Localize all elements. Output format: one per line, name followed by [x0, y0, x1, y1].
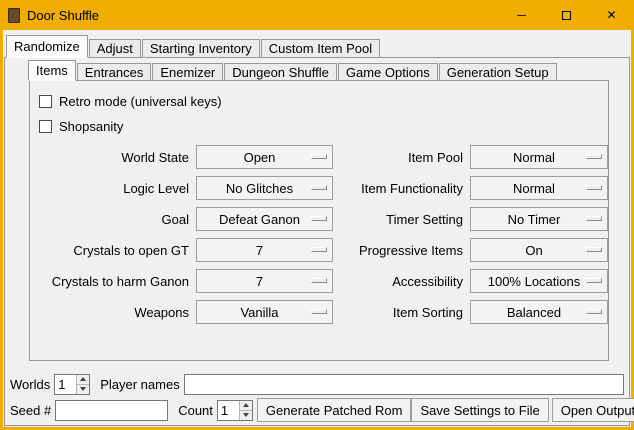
- tab-entrances[interactable]: Entrances: [77, 63, 152, 81]
- crystals-ganon-label: Crystals to harm Ganon: [39, 274, 191, 289]
- logic-level-dropdown[interactable]: No Glitches: [196, 176, 333, 200]
- progressive-items-dropdown[interactable]: On: [470, 238, 608, 262]
- tab-randomize[interactable]: Randomize: [6, 35, 88, 58]
- dropdown-indicator-icon: [586, 185, 602, 190]
- goal-dropdown[interactable]: Defeat Ganon: [196, 207, 333, 231]
- items-page: Retro mode (universal keys) Shopsanity W…: [29, 80, 609, 361]
- count-spinner[interactable]: 1: [217, 400, 253, 421]
- spin-up-icon: [243, 403, 249, 407]
- randomize-page: Items Entrances Enemizer Dungeon Shuffle…: [4, 57, 630, 426]
- spin-down-icon: [243, 413, 249, 417]
- accessibility-dropdown[interactable]: 100% Locations: [470, 269, 608, 293]
- titlebar[interactable]: Door Shuffle ─ ✕: [0, 0, 634, 30]
- count-label: Count: [178, 403, 213, 418]
- item-functionality-label: Item Functionality: [338, 181, 465, 196]
- tab-game-options[interactable]: Game Options: [338, 63, 438, 81]
- worlds-label: Worlds: [10, 377, 50, 392]
- dropdown-indicator-icon: [586, 309, 602, 314]
- options-grid: World State Open Item Pool Normal Logic …: [39, 145, 608, 324]
- dropdown-indicator-icon: [311, 247, 327, 252]
- tab-items[interactable]: Items: [28, 60, 76, 81]
- crystals-ganon-dropdown[interactable]: 7: [196, 269, 333, 293]
- crystals-gt-dropdown[interactable]: 7: [196, 238, 333, 262]
- minimize-button[interactable]: ─: [499, 0, 544, 30]
- close-button[interactable]: ✕: [589, 0, 634, 30]
- item-pool-dropdown[interactable]: Normal: [470, 145, 608, 169]
- timer-setting-dropdown[interactable]: No Timer: [470, 207, 608, 231]
- tab-custom-item-pool[interactable]: Custom Item Pool: [261, 39, 380, 58]
- worlds-spinner[interactable]: 1: [54, 374, 90, 395]
- logic-level-label: Logic Level: [39, 181, 191, 196]
- tab-adjust[interactable]: Adjust: [89, 39, 141, 58]
- window-content: Randomize Adjust Starting Inventory Cust…: [3, 30, 631, 427]
- dropdown-indicator-icon: [586, 247, 602, 252]
- world-state-label: World State: [39, 150, 191, 165]
- app-window: Door Shuffle ─ ✕ Randomize Adjust Starti…: [0, 0, 634, 430]
- dropdown-indicator-icon: [586, 154, 602, 159]
- save-settings-button[interactable]: Save Settings to File: [411, 398, 548, 422]
- window-title: Door Shuffle: [27, 8, 99, 23]
- dropdown-indicator-icon: [311, 309, 327, 314]
- app-icon: [8, 8, 20, 23]
- item-sorting-label: Item Sorting: [338, 305, 465, 320]
- timer-setting-label: Timer Setting: [338, 212, 465, 227]
- caption-buttons: ─ ✕: [499, 0, 634, 30]
- count-value[interactable]: 1: [218, 401, 239, 420]
- accessibility-label: Accessibility: [338, 274, 465, 289]
- spin-up-icon: [80, 377, 86, 381]
- goal-label: Goal: [39, 212, 191, 227]
- worlds-spin-buttons: [76, 375, 89, 394]
- progressive-items-label: Progressive Items: [338, 243, 465, 258]
- minimize-icon: ─: [517, 8, 526, 22]
- dropdown-indicator-icon: [311, 154, 327, 159]
- player-names-label: Player names: [100, 377, 179, 392]
- shopsanity-label: Shopsanity: [59, 119, 123, 134]
- spin-down-icon: [80, 387, 86, 391]
- retro-mode-label: Retro mode (universal keys): [59, 94, 222, 109]
- seed-row: Seed # Count 1 Generate Patched Rom Save…: [10, 398, 624, 422]
- weapons-label: Weapons: [39, 305, 191, 320]
- bottom-controls: Worlds 1 Player names Seed # Count: [10, 373, 624, 422]
- maximize-icon: [562, 11, 571, 20]
- inner-tab-strip: Items Entrances Enemizer Dungeon Shuffle…: [5, 58, 629, 81]
- open-output-directory-button[interactable]: Open Output Directory: [552, 398, 634, 422]
- maximize-button[interactable]: [544, 0, 589, 30]
- player-names-input[interactable]: [184, 374, 624, 395]
- count-spin-buttons: [239, 401, 252, 420]
- dropdown-indicator-icon: [311, 216, 327, 221]
- tab-enemizer[interactable]: Enemizer: [152, 63, 223, 81]
- item-functionality-dropdown[interactable]: Normal: [470, 176, 608, 200]
- worlds-row: Worlds 1 Player names: [10, 373, 624, 395]
- seed-input[interactable]: [55, 400, 168, 421]
- retro-mode-row: Retro mode (universal keys): [39, 89, 608, 114]
- dropdown-indicator-icon: [311, 278, 327, 283]
- tab-starting-inventory[interactable]: Starting Inventory: [142, 39, 260, 58]
- worlds-spin-up[interactable]: [77, 375, 89, 384]
- dropdown-indicator-icon: [586, 278, 602, 283]
- dropdown-indicator-icon: [586, 216, 602, 221]
- tab-dungeon-shuffle[interactable]: Dungeon Shuffle: [224, 63, 337, 81]
- outer-tab-strip: Randomize Adjust Starting Inventory Cust…: [3, 30, 631, 58]
- item-pool-label: Item Pool: [338, 150, 465, 165]
- seed-label: Seed #: [10, 403, 51, 418]
- shopsanity-checkbox[interactable]: [39, 120, 52, 133]
- world-state-dropdown[interactable]: Open: [196, 145, 333, 169]
- count-spin-down[interactable]: [240, 410, 252, 420]
- weapons-dropdown[interactable]: Vanilla: [196, 300, 333, 324]
- item-sorting-dropdown[interactable]: Balanced: [470, 300, 608, 324]
- generate-patched-rom-button[interactable]: Generate Patched Rom: [257, 398, 412, 422]
- crystals-gt-label: Crystals to open GT: [39, 243, 191, 258]
- retro-mode-checkbox[interactable]: [39, 95, 52, 108]
- shopsanity-row: Shopsanity: [39, 114, 608, 139]
- tab-generation-setup[interactable]: Generation Setup: [439, 63, 557, 81]
- count-spin-up[interactable]: [240, 401, 252, 410]
- close-icon: ✕: [606, 8, 616, 22]
- worlds-spin-down[interactable]: [77, 384, 89, 394]
- worlds-value[interactable]: 1: [55, 375, 76, 394]
- dropdown-indicator-icon: [311, 185, 327, 190]
